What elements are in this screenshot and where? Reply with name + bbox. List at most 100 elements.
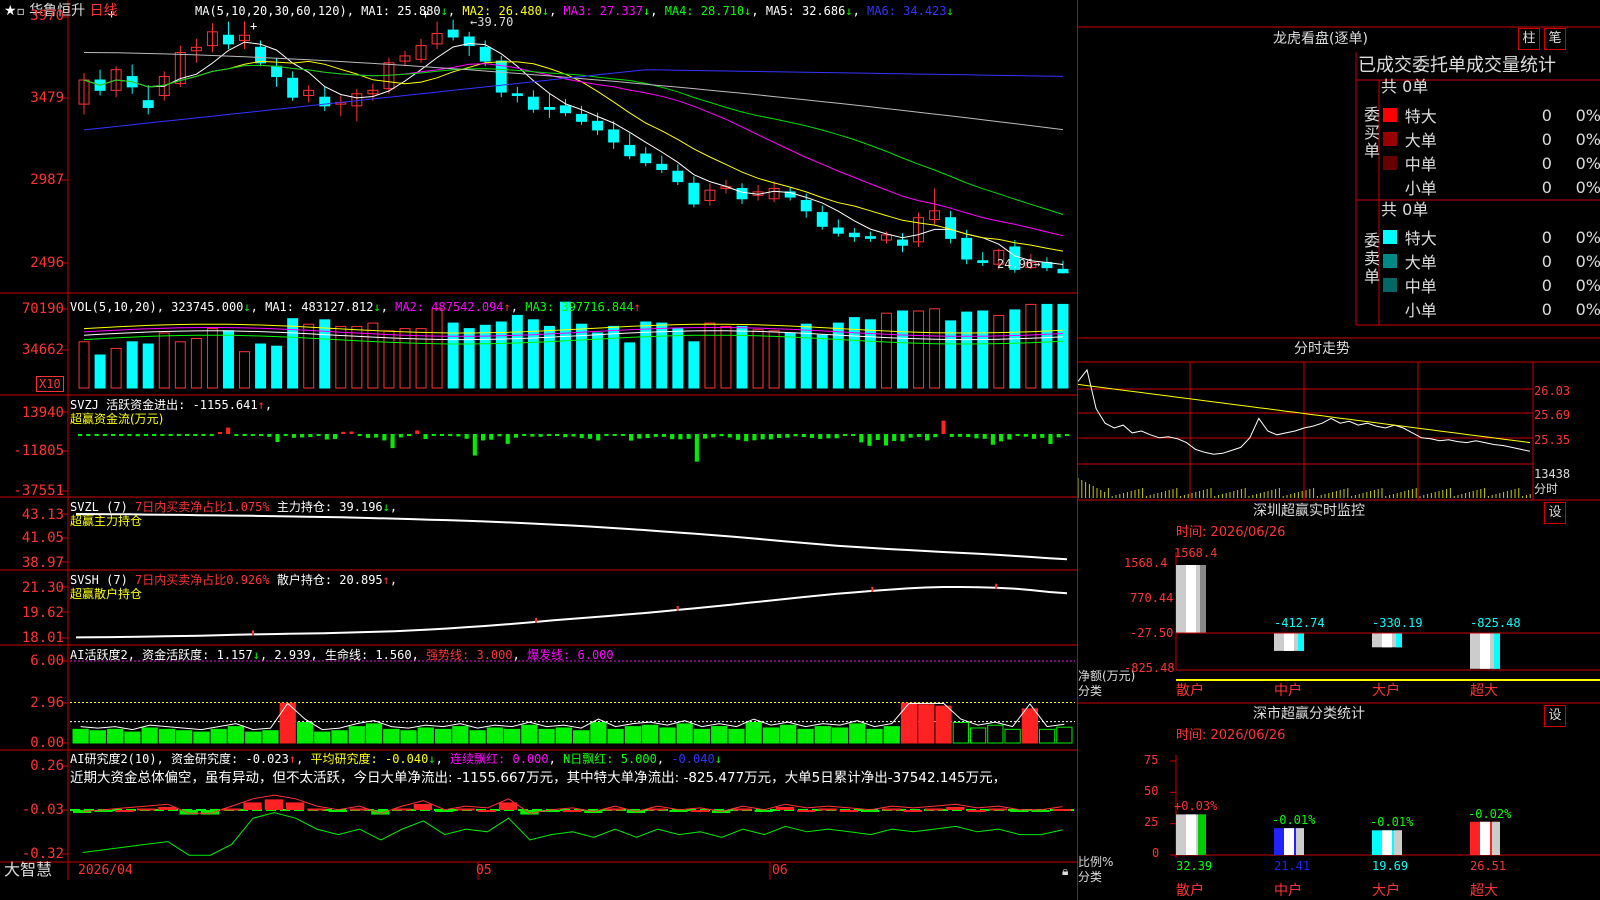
svzj-bar bbox=[94, 434, 99, 436]
volume-bar bbox=[913, 310, 925, 389]
volume-bar bbox=[174, 341, 186, 389]
x-axis-label-may: 05 bbox=[476, 863, 492, 878]
svzj-bar bbox=[390, 434, 395, 449]
bar-mode-button[interactable]: 柱 bbox=[1518, 28, 1540, 50]
lock-icon[interactable]: 🔒︎ bbox=[1062, 864, 1068, 878]
stats-title: 已成交委托单成交量统计 bbox=[1358, 55, 1556, 76]
monitor-settings-button[interactable]: 设 bbox=[1544, 502, 1566, 524]
main-chart-area[interactable]: ←39.70 24.96→ + + + ★▫ 华鲁恒升 日线 MA(5,10,20,30… bbox=[0, 0, 1077, 900]
svzj-bar bbox=[127, 434, 132, 436]
ai2-bar bbox=[498, 802, 518, 810]
svzj-bar bbox=[686, 434, 691, 439]
row-name: 小单 bbox=[1404, 301, 1437, 320]
candle-body bbox=[864, 236, 876, 239]
candle-body bbox=[447, 29, 459, 38]
volume-bar bbox=[527, 319, 539, 389]
sell-row-3: 小单 0 0% bbox=[1383, 297, 1600, 321]
volume-bar bbox=[110, 347, 122, 389]
ai2-bar bbox=[456, 808, 475, 811]
intraday-vol-label: 13438 bbox=[1534, 467, 1571, 481]
ai1-bar bbox=[89, 730, 107, 744]
ai1-bar bbox=[987, 724, 1004, 744]
volume-bar bbox=[672, 328, 684, 389]
svzj-bar bbox=[530, 434, 535, 437]
row-value: 0 bbox=[1541, 299, 1552, 319]
color-swatch bbox=[1383, 278, 1397, 292]
svzj-bar bbox=[300, 434, 305, 438]
ai1-ytick-0: 6.00 bbox=[30, 653, 64, 669]
ai2-line-green bbox=[82, 812, 1063, 856]
candle-body bbox=[592, 120, 604, 131]
row-pct: 0% bbox=[1575, 275, 1600, 295]
svzj-bar bbox=[966, 434, 971, 438]
svzj-bar bbox=[201, 434, 206, 436]
svzj-bar bbox=[374, 434, 379, 438]
volume-bar bbox=[383, 330, 395, 389]
ai1-bar bbox=[521, 724, 538, 744]
svzj-bar bbox=[653, 434, 658, 437]
ai1-bar bbox=[745, 722, 762, 744]
vol-legend-item-0: VOL(5,10,20) bbox=[70, 300, 157, 314]
period-label[interactable]: 日线 bbox=[90, 3, 118, 19]
volume-bar bbox=[222, 330, 234, 389]
classify-value-3: 26.51 bbox=[1470, 859, 1507, 873]
svzj-bar bbox=[143, 434, 148, 436]
svzj-bar bbox=[760, 434, 765, 440]
svsh-ytick-1: 19.62 bbox=[21, 605, 64, 621]
svzj-bar bbox=[949, 434, 954, 437]
svzj-bar bbox=[365, 434, 370, 438]
ai1-bar bbox=[762, 727, 780, 744]
ai2-bar bbox=[775, 806, 795, 810]
tick-mode-button[interactable]: 笔 bbox=[1544, 28, 1566, 50]
kline-low-label: 24.96→ bbox=[997, 257, 1040, 271]
volume-bar bbox=[688, 341, 700, 389]
sell-row-2: 中单 0 0% bbox=[1383, 273, 1600, 297]
ai2-ytick-0: 0.26 bbox=[30, 758, 64, 774]
intraday-ytick-3: 25.35 bbox=[1534, 433, 1571, 447]
ai2-bar bbox=[967, 810, 986, 812]
svzj-bar bbox=[941, 420, 946, 434]
candle-body bbox=[1057, 268, 1069, 274]
svsh-ytick-0: 21.30 bbox=[21, 580, 64, 596]
svzj-bar bbox=[809, 434, 815, 438]
ai1-bar bbox=[296, 722, 314, 744]
ai1-bar bbox=[659, 727, 676, 744]
volume-bar bbox=[255, 343, 267, 389]
vol-legend-item-1: 323745.000 bbox=[171, 300, 244, 314]
kline-ytick-0: 3970 bbox=[30, 8, 64, 24]
svzj-bar bbox=[415, 430, 420, 434]
svzj-bar bbox=[119, 434, 124, 436]
ai1-bar bbox=[831, 727, 849, 744]
classify-ytick-2: 25 bbox=[1144, 815, 1159, 829]
ai1-bar bbox=[348, 726, 365, 744]
candle-body bbox=[624, 144, 636, 157]
ai1-legend-item-3: 生命线: 1.560 bbox=[324, 648, 412, 662]
svzj-bar bbox=[859, 434, 864, 443]
svzj-bar bbox=[563, 434, 568, 438]
svzl-ytick-1: 41.05 bbox=[21, 530, 64, 546]
svzj-bar bbox=[398, 434, 403, 438]
ai2-bar bbox=[200, 810, 220, 815]
svzj-bar bbox=[851, 434, 856, 436]
volume-bar bbox=[1057, 303, 1069, 389]
svzj-bar bbox=[275, 434, 280, 442]
svsh-title: SVSH (7) 7日内买卖净占比0.926% 散户持仓: 20.895↑, bbox=[70, 573, 398, 587]
classify-bar-edge-0 bbox=[1198, 814, 1206, 855]
color-swatch bbox=[1383, 132, 1397, 146]
ai1-bar bbox=[866, 728, 883, 744]
volume-bar bbox=[543, 325, 555, 389]
monitor-xcap: 分类 bbox=[1078, 684, 1103, 698]
svzj-bar bbox=[234, 434, 239, 436]
svzj-bar bbox=[546, 434, 551, 436]
volume-bar bbox=[848, 317, 860, 389]
ai1-bar bbox=[72, 728, 89, 744]
classify-settings-button[interactable]: 设 bbox=[1544, 705, 1566, 727]
svzj-bar bbox=[242, 434, 247, 436]
ma-legend-item-1: MA1: 25.880 bbox=[361, 4, 441, 18]
brand-logo: 大智慧 bbox=[4, 860, 53, 879]
svzj-bar bbox=[842, 434, 847, 436]
svzj-bar bbox=[719, 434, 724, 437]
svzj-bar bbox=[629, 434, 634, 441]
kline-ytick-1: 3479 bbox=[30, 90, 64, 106]
svzj-bar bbox=[785, 434, 790, 438]
